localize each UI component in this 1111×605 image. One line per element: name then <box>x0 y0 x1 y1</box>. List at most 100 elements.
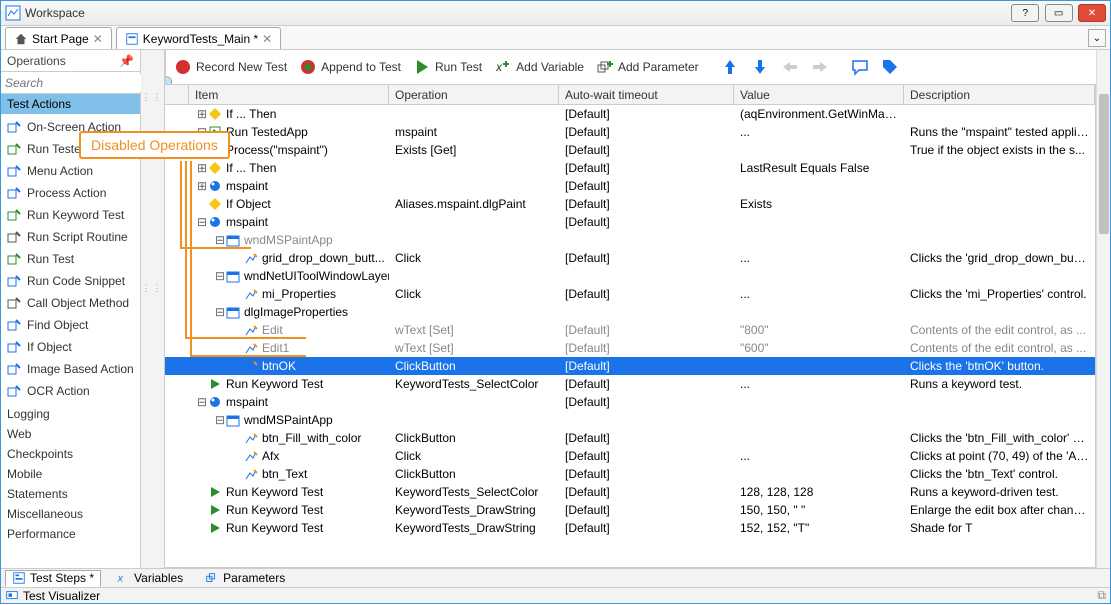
add-variable-button[interactable]: x Add Variable <box>490 53 588 81</box>
operation-cell: ClickButton <box>389 359 559 373</box>
grid-row[interactable]: grid_drop_down_butt...Click[Default]...C… <box>165 249 1095 267</box>
tree-toggle[interactable]: ⊟ <box>215 413 224 427</box>
operation-cell: Aliases.mspaint.dlgPaint <box>389 197 559 211</box>
category-miscellaneous[interactable]: Miscellaneous <box>1 504 140 524</box>
col-value[interactable]: Value <box>734 85 904 104</box>
tab-start-page[interactable]: Start Page ✕ <box>5 27 112 49</box>
scrollbar-thumb[interactable] <box>1099 94 1109 234</box>
grid-row[interactable]: ⊞mspaint[Default] <box>165 177 1095 195</box>
operations-search: 🔍 <box>1 72 140 94</box>
col-description[interactable]: Description <box>904 85 1095 104</box>
col-item[interactable]: Item <box>189 85 389 104</box>
close-icon[interactable]: ✕ <box>262 32 272 46</box>
category-web[interactable]: Web <box>1 424 140 444</box>
category-mobile[interactable]: Mobile <box>1 464 140 484</box>
record-new-test-button[interactable]: Record New Test <box>170 53 291 81</box>
op-label: Process Action <box>27 186 106 200</box>
grid-row[interactable]: ⊞Process("mspaint")Exists [Get][Default]… <box>165 141 1095 159</box>
grid-row[interactable]: Edit1wText [Set][Default]"600"Contents o… <box>165 339 1095 357</box>
indent-button[interactable] <box>807 53 833 81</box>
operation-item[interactable]: Call Object Method <box>1 292 140 314</box>
move-down-button[interactable] <box>747 53 773 81</box>
grid-row[interactable]: ⊟wndMSPaintApp <box>165 411 1095 429</box>
tag-button[interactable] <box>877 53 903 81</box>
op-icon <box>7 142 21 156</box>
grid-row[interactable]: Run Keyword TestKeywordTests_SelectColor… <box>165 483 1095 501</box>
col-operation[interactable]: Operation <box>389 85 559 104</box>
close-icon[interactable]: ✕ <box>93 32 103 46</box>
operation-item[interactable]: Find Object <box>1 314 140 336</box>
footer-label[interactable]: Test Visualizer <box>23 589 100 603</box>
tree-toggle[interactable]: ⊞ <box>197 107 206 121</box>
grid-row[interactable]: ⊞If ... Then[Default]LastResult Equals F… <box>165 159 1095 177</box>
grid-row[interactable]: ⊟wndNetUIToolWindowLayered <box>165 267 1095 285</box>
tree-toggle[interactable]: ⊟ <box>215 305 224 319</box>
tree-toggle[interactable]: ⊞ <box>197 161 206 175</box>
operation-item[interactable]: Run Script Routine <box>1 226 140 248</box>
operations-header: Operations 📌 <box>1 50 140 72</box>
grid-row[interactable]: btn_Fill_with_colorClickButton[Default]C… <box>165 429 1095 447</box>
help-button[interactable]: ? <box>1011 4 1039 22</box>
grid-row[interactable]: Run Keyword TestKeywordTests_DrawString[… <box>165 501 1095 519</box>
category-checkpoints[interactable]: Checkpoints <box>1 444 140 464</box>
value-cell: 128, 128, 128 <box>734 485 904 499</box>
close-button[interactable]: ✕ <box>1078 4 1106 22</box>
autowait-cell: [Default] <box>559 197 734 211</box>
category-logging[interactable]: Logging <box>1 404 140 424</box>
tree-toggle[interactable]: ⊟ <box>215 233 224 247</box>
grid-row[interactable]: AfxClick[Default]...Clicks at point (70,… <box>165 447 1095 465</box>
grid-row[interactable]: ⊟mspaint[Default] <box>165 393 1095 411</box>
vertical-scrollbar[interactable] <box>1096 50 1110 568</box>
item-cell: btnOK <box>189 359 389 373</box>
col-autowait[interactable]: Auto-wait timeout <box>559 85 734 104</box>
tab-test-steps[interactable]: Test Steps * <box>5 570 101 587</box>
operation-item[interactable]: OCR Action <box>1 380 140 402</box>
grid-row[interactable]: EditwText [Set][Default]"800"Contents of… <box>165 321 1095 339</box>
footer: Test Visualizer ⧉ <box>1 587 1110 603</box>
comment-button[interactable] <box>847 53 873 81</box>
grid-row[interactable]: mi_PropertiesClick[Default]...Clicks the… <box>165 285 1095 303</box>
add-parameter-button[interactable]: Add Parameter <box>592 53 703 81</box>
grid-row[interactable]: ⊟mspaint[Default] <box>165 213 1095 231</box>
description-cell: Runs a keyword-driven test. <box>904 485 1095 499</box>
outdent-button[interactable] <box>777 53 803 81</box>
tree-toggle[interactable]: ⊟ <box>197 395 206 409</box>
operation-item[interactable]: Process Action <box>1 182 140 204</box>
category-performance[interactable]: Performance <box>1 524 140 544</box>
tree-toggle[interactable]: ⊟ <box>197 215 206 229</box>
item-cell: ⊞If ... Then <box>189 161 389 175</box>
grid-row[interactable]: Run Keyword TestKeywordTests_SelectColor… <box>165 375 1095 393</box>
panel-grip[interactable]: ⋮⋮⋮⋮ <box>141 50 165 568</box>
tree-toggle[interactable]: ⊞ <box>197 179 206 193</box>
operation-item[interactable]: Menu Action <box>1 160 140 182</box>
tree-toggle[interactable]: ⊟ <box>215 269 224 283</box>
tab-keywordtests-main[interactable]: KeywordTests_Main * ✕ <box>116 27 281 49</box>
grid-row[interactable]: Run Keyword TestKeywordTests_DrawString[… <box>165 519 1095 537</box>
tabs-dropdown[interactable]: ⌄ <box>1088 29 1106 47</box>
operation-item[interactable]: Run Test <box>1 248 140 270</box>
item-cell: btn_Text <box>189 467 389 481</box>
category-statements[interactable]: Statements <box>1 484 140 504</box>
grid-row[interactable]: ⊞If ... Then[Default](aqEnvironment.GetW… <box>165 105 1095 123</box>
category-test-actions[interactable]: Test Actions <box>1 94 140 114</box>
pin-icon[interactable]: 📌 <box>119 54 134 68</box>
grid-row[interactable]: ⊟wndMSPaintApp <box>165 231 1095 249</box>
grid-row[interactable]: ⊟Run TestedAppmspaint[Default]...Runs th… <box>165 123 1095 141</box>
maximize-button[interactable]: ▭ <box>1045 4 1073 22</box>
tab-parameters[interactable]: Parameters <box>198 570 292 587</box>
search-input[interactable] <box>5 74 162 92</box>
operation-item[interactable]: Run Keyword Test <box>1 204 140 226</box>
operation-item[interactable]: Run Code Snippet <box>1 270 140 292</box>
grid-row[interactable]: ⊟dlgImageProperties <box>165 303 1095 321</box>
grid-row[interactable]: If ObjectAliases.mspaint.dlgPaint[Defaul… <box>165 195 1095 213</box>
operation-item[interactable]: Image Based Action <box>1 358 140 380</box>
tab-variables[interactable]: x Variables <box>109 570 190 587</box>
run-test-button[interactable]: Run Test <box>409 53 486 81</box>
restore-icon[interactable]: ⧉ <box>1097 588 1106 603</box>
operation-item[interactable]: If Object <box>1 336 140 358</box>
grid-row[interactable]: btnOKClickButton[Default]Clicks the 'btn… <box>165 357 1095 375</box>
value-cell: 150, 150, " " <box>734 503 904 517</box>
grid-row[interactable]: btn_TextClickButton[Default]Clicks the '… <box>165 465 1095 483</box>
append-to-test-button[interactable]: Append to Test <box>295 53 405 81</box>
move-up-button[interactable] <box>717 53 743 81</box>
